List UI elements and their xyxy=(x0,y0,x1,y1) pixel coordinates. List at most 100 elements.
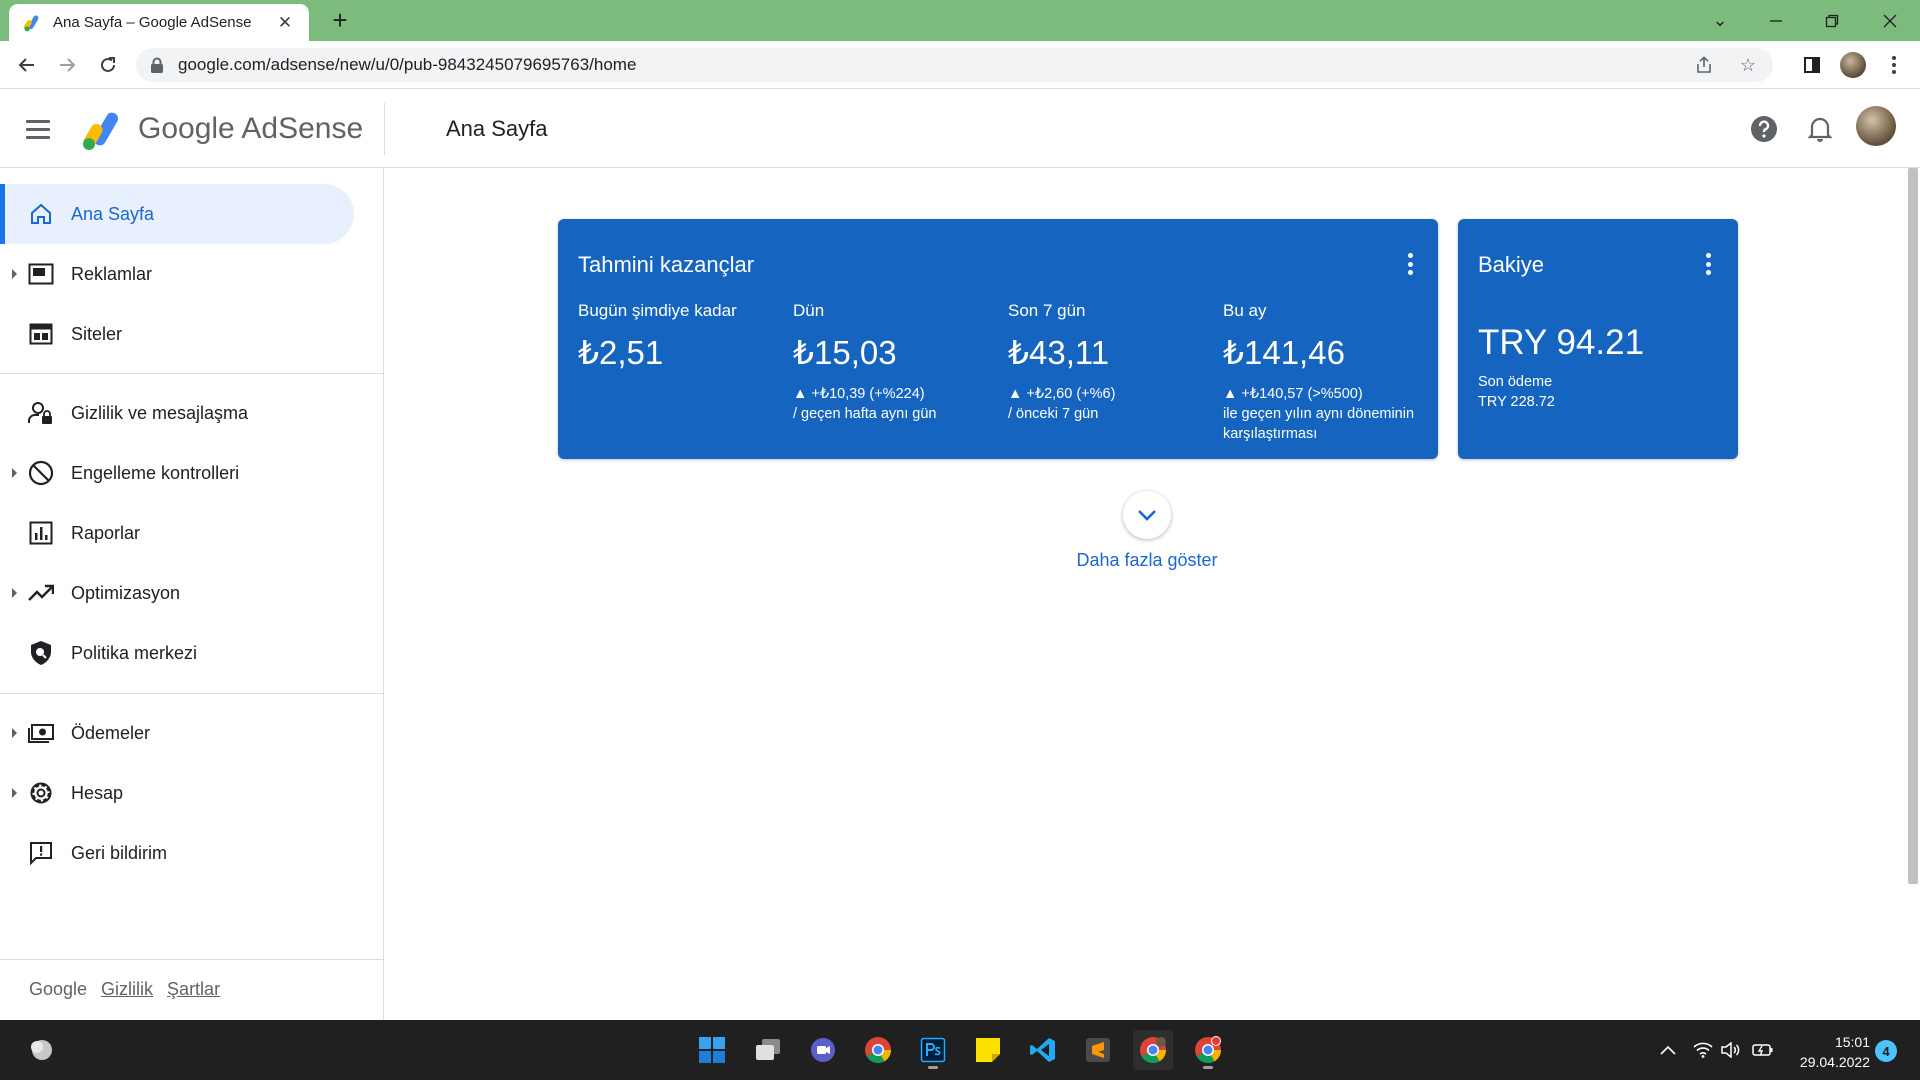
privacy-user-icon xyxy=(27,399,55,427)
card-title: Tahmini kazançlar xyxy=(578,252,755,277)
hamburger-menu-icon[interactable] xyxy=(26,114,56,144)
sidebar-item-label: Siteler xyxy=(71,323,123,344)
chrome-profile-active-icon[interactable] xyxy=(1133,1030,1173,1070)
minimize-icon[interactable] xyxy=(1748,0,1804,41)
sidebar-item-label: Hesap xyxy=(71,782,124,803)
metric-delta: ▲ +₺140,57 (>%500) xyxy=(1223,386,1363,402)
sidebar-item-privacy-messaging[interactable]: Gizlilik ve mesajlaşma xyxy=(0,383,354,443)
metric-value: ₺15,03 xyxy=(793,334,897,371)
block-icon xyxy=(27,459,55,487)
sidebar-item-reports[interactable]: Raporlar xyxy=(0,503,354,563)
metric-label: Bugün şimdiye kadar xyxy=(578,301,737,320)
expand-caret-icon[interactable] xyxy=(12,588,17,598)
system-clock[interactable]: 15:01 29.04.2022 xyxy=(1790,1032,1870,1072)
metric-comparison-note: / geçen hafta aynı gün xyxy=(793,406,937,422)
sidebar-item-payments[interactable]: Ödemeler xyxy=(0,703,354,763)
vscode-icon[interactable] xyxy=(1023,1030,1063,1070)
sidebar-item-feedback[interactable]: Geri bildirim xyxy=(0,823,354,883)
reload-icon[interactable] xyxy=(94,51,122,79)
restore-icon[interactable] xyxy=(1804,0,1860,41)
weather-widget-icon[interactable] xyxy=(22,1030,62,1070)
sidebar-item-label: Geri bildirim xyxy=(71,842,168,863)
start-windows-icon[interactable] xyxy=(692,1030,732,1070)
sidebar-divider xyxy=(0,373,384,374)
footer-terms-link[interactable]: Şartlar xyxy=(167,979,220,1000)
show-more-button[interactable] xyxy=(1123,491,1171,539)
volume-icon[interactable] xyxy=(1720,1040,1742,1060)
header-divider xyxy=(384,103,385,155)
ads-icon xyxy=(27,260,55,288)
page-title: Ana Sayfa xyxy=(446,116,548,141)
windows-taskbar: 15:01 29.04.2022 4 xyxy=(0,1020,1920,1080)
adsense-favicon-icon xyxy=(23,14,39,31)
notifications-bell-icon[interactable] xyxy=(1803,112,1837,146)
sidebar-nav: Ana Sayfa Reklamlar Siteler Gizlilik ve … xyxy=(0,168,384,1020)
reports-chart-icon xyxy=(27,519,55,547)
expand-caret-icon[interactable] xyxy=(12,468,17,478)
brand-name: Google AdSense xyxy=(138,112,364,145)
wifi-icon[interactable] xyxy=(1692,1040,1714,1060)
sidebar-item-optimization[interactable]: Optimizasyon xyxy=(0,563,354,623)
photoshop-icon[interactable] xyxy=(913,1030,953,1070)
browser-menu-icon[interactable] xyxy=(1880,51,1908,79)
sidebar-item-home[interactable]: Ana Sayfa xyxy=(0,184,354,244)
sidebar-divider xyxy=(0,959,384,960)
url-text: google.com/adsense/new/u/0/pub-984324507… xyxy=(178,55,637,74)
expand-caret-icon[interactable] xyxy=(12,269,17,279)
back-icon[interactable] xyxy=(13,51,41,79)
sidebar-item-account[interactable]: Hesap xyxy=(0,763,354,823)
page-scrollbar[interactable] xyxy=(1908,168,1918,884)
expand-caret-icon[interactable] xyxy=(12,788,17,798)
footer-privacy-link[interactable]: Gizlilik xyxy=(101,979,153,1000)
side-panel-icon[interactable] xyxy=(1798,51,1826,79)
sidebar-item-sites[interactable]: Siteler xyxy=(0,304,354,364)
metric-comparison-note: / önceki 7 gün xyxy=(1008,406,1099,422)
new-tab-button[interactable]: + xyxy=(326,7,354,35)
footer-google: Google xyxy=(29,979,88,999)
metric-value: ₺141,46 xyxy=(1223,334,1345,371)
tab-search-icon[interactable]: ⌄ xyxy=(1692,0,1748,41)
help-icon[interactable] xyxy=(1747,112,1781,146)
metric-this-month: Bu ay ₺141,46 ▲ +₺140,57 (>%500) ile geç… xyxy=(1223,301,1423,444)
browser-tab[interactable]: Ana Sayfa – Google AdSense ✕ xyxy=(9,4,309,41)
gear-icon xyxy=(27,779,55,807)
user-avatar[interactable] xyxy=(1856,106,1896,146)
sidebar-item-blocking-controls[interactable]: Engelleme kontrolleri xyxy=(0,443,354,503)
metric-label: Son 7 gün xyxy=(1008,301,1086,320)
more-vert-icon[interactable] xyxy=(1400,253,1420,275)
expand-caret-icon[interactable] xyxy=(12,728,17,738)
balance-card: Bakiye TRY 94.21 Son ödeme TRY 228.72 xyxy=(1458,219,1738,459)
notification-count-badge[interactable]: 4 xyxy=(1875,1040,1897,1062)
task-view-icon[interactable] xyxy=(748,1030,788,1070)
bookmark-star-icon[interactable]: ☆ xyxy=(1737,54,1759,76)
chevron-down-icon xyxy=(1138,510,1156,521)
tab-title: Ana Sayfa – Google AdSense xyxy=(53,14,252,31)
address-bar[interactable]: google.com/adsense/new/u/0/pub-984324507… xyxy=(136,48,1773,82)
sidebar-item-ads[interactable]: Reklamlar xyxy=(0,244,354,304)
teams-chat-icon[interactable] xyxy=(803,1030,843,1070)
last-payment-value: TRY 228.72 xyxy=(1478,394,1555,410)
share-icon[interactable] xyxy=(1693,54,1715,76)
more-vert-icon[interactable] xyxy=(1698,253,1718,275)
close-window-icon[interactable] xyxy=(1862,0,1918,41)
profile-avatar[interactable] xyxy=(1839,51,1867,79)
tray-chevron-up-icon[interactable] xyxy=(1657,1040,1679,1060)
lock-icon xyxy=(151,57,163,73)
forward-icon[interactable] xyxy=(53,51,81,79)
metric-delta: ▲ +₺2,60 (+%6) xyxy=(1008,386,1116,402)
estimated-earnings-card: Tahmini kazançlar Bugün şimdiye kadar ₺2… xyxy=(558,219,1438,459)
battery-icon[interactable] xyxy=(1752,1040,1774,1060)
sticky-notes-icon[interactable] xyxy=(968,1030,1008,1070)
sidebar-item-policy-center[interactable]: Politika merkezi xyxy=(0,623,354,683)
feedback-icon xyxy=(27,839,55,867)
browser-toolbar: google.com/adsense/new/u/0/pub-984324507… xyxy=(0,41,1920,89)
sidebar-item-label: Politika merkezi xyxy=(71,642,198,663)
chrome-icon[interactable] xyxy=(858,1030,898,1070)
policy-shield-icon xyxy=(27,639,55,667)
chrome-profile-second-icon[interactable] xyxy=(1188,1030,1228,1070)
payments-icon xyxy=(27,719,55,747)
show-more-link[interactable]: Daha fazla göster xyxy=(1047,550,1247,571)
balance-value: TRY 94.21 xyxy=(1478,323,1645,362)
tab-close-icon[interactable]: ✕ xyxy=(275,13,295,33)
sublime-text-icon[interactable] xyxy=(1078,1030,1118,1070)
